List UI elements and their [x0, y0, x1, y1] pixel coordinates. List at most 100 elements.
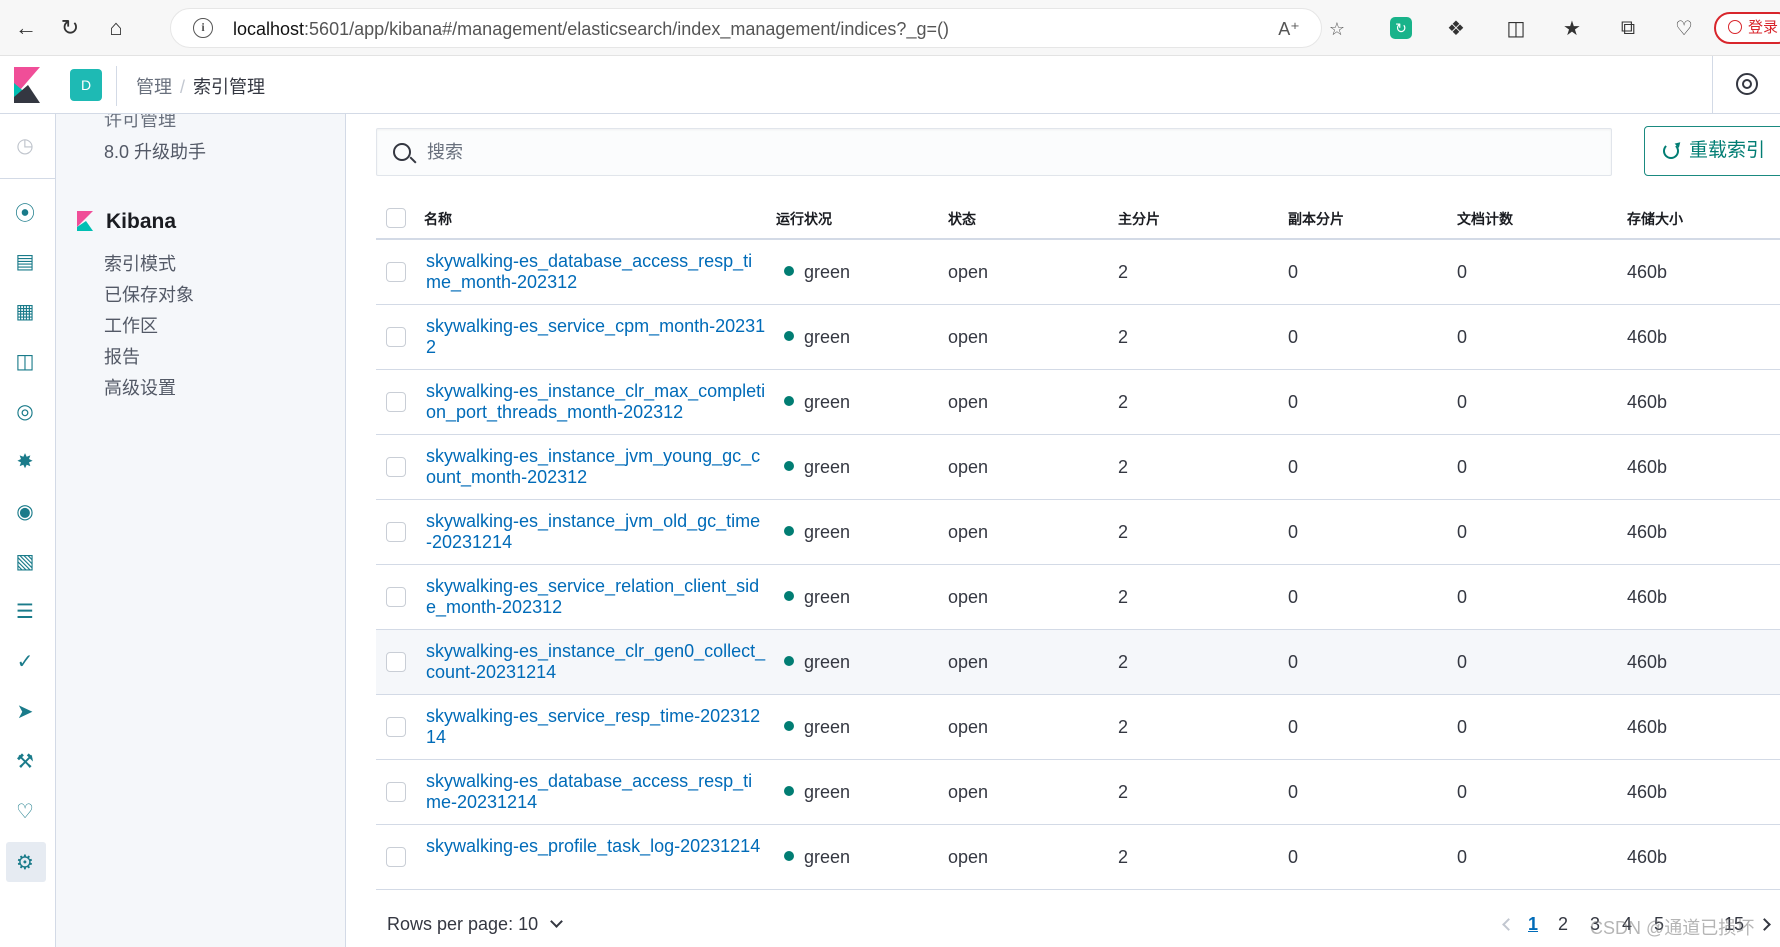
health-cell: green	[784, 587, 850, 608]
help-icon[interactable]	[1736, 73, 1758, 95]
search-box	[376, 128, 1612, 176]
replica-shards-cell: 0	[1288, 327, 1299, 347]
row-checkbox[interactable]	[386, 522, 406, 542]
row-checkbox[interactable]	[386, 782, 406, 802]
status-cell: open	[948, 327, 989, 347]
refresh-icon	[1663, 143, 1679, 159]
visualize-icon[interactable]: ▤	[12, 248, 38, 274]
row-checkbox[interactable]	[386, 392, 406, 412]
sidebar-item-advanced-settings[interactable]: 高级设置	[104, 374, 176, 400]
row-checkbox[interactable]	[386, 327, 406, 347]
recently-viewed-icon[interactable]: ◷	[12, 132, 38, 158]
app-nav-rail: ◷ ⦿ ▤ ▦ ◫ ◎ ✸ ◉ ▧ ☰ ✓ ➤ ⚒ ♡ ⚙	[0, 114, 56, 947]
row-checkbox[interactable]	[386, 652, 406, 672]
index-name-link[interactable]: skywalking-es_service_cpm_month-202312	[426, 316, 766, 358]
storage-size-cell: 460b	[1627, 522, 1668, 542]
index-name-link[interactable]: skywalking-es_instance_jvm_old_gc_time-2…	[426, 511, 766, 553]
index-name-link[interactable]: skywalking-es_instance_jvm_young_gc_coun…	[426, 446, 766, 488]
sidebar-item-spaces[interactable]: 工作区	[104, 312, 158, 338]
table-row: skywalking-es_database_access_resp_time_…	[376, 240, 1780, 305]
health-status-dot-icon	[784, 786, 794, 796]
kibana-logo-icon[interactable]	[12, 65, 42, 105]
replica-shards-cell: 0	[1288, 522, 1299, 542]
column-header-docs-count[interactable]: 文档计数	[1457, 209, 1513, 229]
extensions-puzzle-icon[interactable]: ❖	[1442, 14, 1470, 42]
health-cell: green	[784, 782, 850, 803]
index-name-link[interactable]: skywalking-es_service_resp_time-20231214	[426, 706, 766, 748]
row-checkbox[interactable]	[386, 847, 406, 867]
pagination-prev-icon[interactable]	[1502, 918, 1515, 931]
select-all-checkbox[interactable]	[386, 208, 406, 228]
sidebar-item-reporting[interactable]: 报告	[104, 343, 140, 369]
url-text[interactable]: localhost:5601/app/kibana#/management/el…	[233, 19, 949, 40]
column-header-name[interactable]: 名称	[424, 209, 452, 229]
row-checkbox[interactable]	[386, 262, 406, 282]
column-header-replicas[interactable]: 副本分片	[1288, 209, 1344, 229]
primary-shards-cell: 2	[1118, 457, 1129, 477]
sidebar-item-saved-objects[interactable]: 已保存对象	[104, 281, 194, 307]
machine-learning-icon[interactable]: ✸	[12, 448, 38, 474]
dev-tools-icon[interactable]: ⚒	[12, 748, 38, 774]
favorite-star-icon[interactable]: ☆	[1325, 17, 1349, 41]
pagination-page-2[interactable]: 2	[1558, 914, 1568, 935]
sidebar-item-index-patterns[interactable]: 索引模式	[104, 250, 176, 276]
index-name-link[interactable]: skywalking-es_instance_clr_gen0_collect_…	[426, 641, 766, 683]
uptime-icon[interactable]: ✓	[12, 648, 38, 674]
sidebar-item-license[interactable]: 许可管理	[104, 114, 176, 132]
index-name-link[interactable]: skywalking-es_instance_clr_max_completio…	[426, 381, 766, 423]
discover-compass-icon[interactable]: ⦿	[12, 198, 38, 225]
table-row: skywalking-es_instance_clr_max_completio…	[376, 370, 1780, 435]
row-checkbox[interactable]	[386, 717, 406, 737]
docs-count-cell: 0	[1457, 392, 1468, 412]
space-avatar[interactable]: D	[70, 69, 102, 101]
index-name-link[interactable]: skywalking-es_database_access_resp_time-…	[426, 771, 766, 813]
sidebar-item-upgrade-assistant[interactable]: 8.0 升级助手	[104, 138, 206, 164]
extension-green-icon[interactable]: ↻	[1390, 17, 1412, 39]
site-info-icon[interactable]: i	[193, 18, 213, 38]
rows-per-page-selector[interactable]: Rows per page: 10	[387, 914, 563, 935]
index-name-link[interactable]: skywalking-es_database_access_resp_time_…	[426, 251, 766, 293]
search-input[interactable]	[425, 137, 1585, 167]
logs-icon[interactable]: ▧	[12, 548, 38, 574]
canvas-icon[interactable]: ◫	[12, 348, 38, 374]
login-button[interactable]: 登录	[1714, 12, 1780, 44]
monitoring-icon[interactable]: ♡	[12, 798, 38, 824]
home-icon[interactable]: ⌂	[100, 12, 132, 44]
breadcrumb-parent[interactable]: 管理	[136, 77, 172, 97]
address-bar[interactable]: i localhost:5601/app/kibana#/management/…	[170, 8, 1345, 48]
reload-indices-button[interactable]: 重载索引	[1644, 126, 1780, 176]
read-aloud-icon[interactable]: A⁺	[1277, 17, 1301, 41]
siem-icon[interactable]: ➤	[12, 698, 38, 724]
status-cell: open	[948, 847, 989, 867]
dashboard-icon[interactable]: ▦	[12, 298, 38, 324]
column-header-status[interactable]: 状态	[948, 209, 976, 229]
primary-shards-cell: 2	[1118, 392, 1129, 412]
health-status-dot-icon	[784, 591, 794, 601]
refresh-icon[interactable]: ↻	[54, 12, 86, 44]
row-checkbox[interactable]	[386, 587, 406, 607]
collections-icon[interactable]: ⧉	[1614, 14, 1642, 42]
table-row: skywalking-es_database_access_resp_time-…	[376, 760, 1780, 825]
index-name-link[interactable]: skywalking-es_profile_task_log-20231214	[426, 836, 766, 857]
health-status-dot-icon	[784, 396, 794, 406]
pagination-page-1[interactable]: 1	[1528, 914, 1538, 935]
row-checkbox[interactable]	[386, 457, 406, 477]
docs-count-cell: 0	[1457, 262, 1468, 282]
table-row: skywalking-es_instance_jvm_old_gc_time-2…	[376, 500, 1780, 565]
pagination-next-icon[interactable]	[1758, 918, 1771, 931]
browser-essentials-icon[interactable]: ♡	[1670, 14, 1698, 42]
management-gear-icon[interactable]: ⚙	[12, 849, 38, 875]
status-cell: open	[948, 457, 989, 477]
column-header-health[interactable]: 运行状况	[776, 209, 832, 229]
split-screen-icon[interactable]: ◫	[1502, 14, 1530, 42]
maps-icon[interactable]: ◎	[12, 398, 38, 424]
table-row: skywalking-es_instance_clr_gen0_collect_…	[376, 630, 1780, 695]
index-name-link[interactable]: skywalking-es_service_relation_client_si…	[426, 576, 766, 618]
favorites-icon[interactable]: ★	[1558, 14, 1586, 42]
column-header-storage-size[interactable]: 存储大小	[1627, 209, 1683, 229]
apm-icon[interactable]: ☰	[12, 598, 38, 624]
column-header-primary[interactable]: 主分片	[1118, 209, 1160, 229]
back-arrow-icon[interactable]: ←	[10, 12, 42, 44]
infrastructure-icon[interactable]: ◉	[12, 498, 38, 524]
breadcrumb-current: 索引管理	[193, 77, 266, 97]
